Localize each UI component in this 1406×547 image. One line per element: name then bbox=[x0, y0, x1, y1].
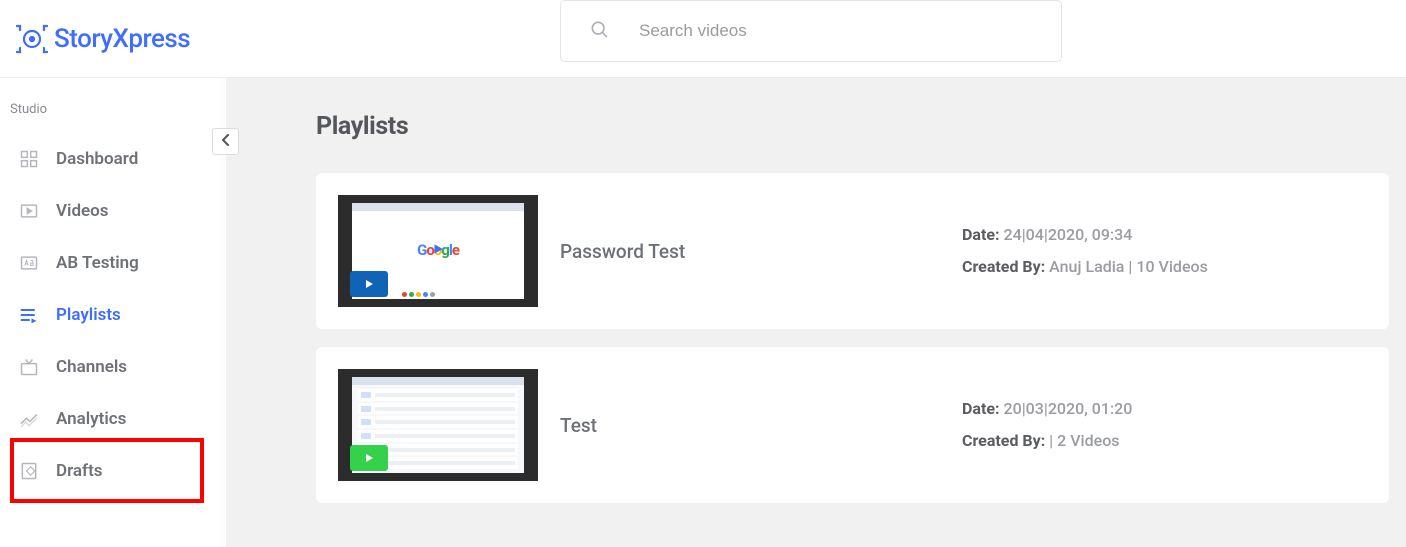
meta-createdby-label: Created By: bbox=[962, 257, 1045, 276]
brand-name: StoryXpress bbox=[54, 24, 190, 54]
sidebar-collapse-button[interactable] bbox=[212, 128, 239, 155]
chevron-left-icon bbox=[221, 134, 231, 149]
playlist-card[interactable]: Test Date: 20|03|2020, 01:20 Created By:… bbox=[316, 347, 1389, 503]
analytics-icon bbox=[18, 408, 40, 430]
dashboard-icon bbox=[18, 148, 40, 170]
sidebar-item-drafts[interactable]: Drafts bbox=[0, 445, 225, 497]
sidebar-item-label: Analytics bbox=[56, 409, 126, 429]
sidebar-item-label: Drafts bbox=[56, 461, 103, 481]
playlist-meta: Date: 24|04|2020, 09:34 Created By: Anuj… bbox=[962, 219, 1208, 283]
meta-createdby-value: | 2 Videos bbox=[1049, 431, 1119, 450]
main-content: Playlists Google bbox=[226, 78, 1406, 547]
playlist-title: Test bbox=[560, 414, 940, 437]
meta-date-value: 20|03|2020, 01:20 bbox=[1004, 399, 1133, 418]
app-header: StoryXpress bbox=[0, 0, 1406, 78]
meta-createdby-label: Created By: bbox=[962, 431, 1045, 450]
playlist-thumbnail: Google bbox=[338, 195, 538, 307]
brand-icon bbox=[16, 24, 48, 54]
play-icon bbox=[363, 452, 375, 464]
meta-createdby-value: Anuj Ladia | 10 Videos bbox=[1049, 257, 1208, 276]
sidebar: Studio Dashboard Videos bbox=[0, 78, 226, 547]
meta-date-label: Date: bbox=[962, 225, 1000, 244]
sidebar-item-label: Videos bbox=[56, 201, 109, 221]
drafts-icon bbox=[18, 460, 40, 482]
search-input[interactable] bbox=[639, 21, 1033, 41]
abtesting-icon bbox=[18, 252, 40, 274]
play-badge bbox=[350, 445, 388, 471]
sidebar-section-label: Studio bbox=[0, 78, 225, 123]
playlist-card[interactable]: Google Pas bbox=[316, 173, 1389, 329]
sidebar-nav: Dashboard Videos AB Testing Playlists bbox=[0, 123, 225, 497]
sidebar-item-abtesting[interactable]: AB Testing bbox=[0, 237, 225, 289]
sidebar-item-label: Dashboard bbox=[56, 149, 138, 169]
brand-logo[interactable]: StoryXpress bbox=[16, 24, 190, 54]
playlists-icon bbox=[18, 304, 40, 326]
video-icon bbox=[18, 200, 40, 222]
play-icon bbox=[431, 241, 445, 260]
sidebar-item-analytics[interactable]: Analytics bbox=[0, 393, 225, 445]
playlist-meta: Date: 20|03|2020, 01:20 Created By: | 2 … bbox=[962, 393, 1132, 457]
play-badge bbox=[350, 271, 388, 297]
sidebar-item-label: Channels bbox=[56, 357, 127, 377]
meta-date-label: Date: bbox=[962, 399, 1000, 418]
sidebar-item-channels[interactable]: Channels bbox=[0, 341, 225, 393]
sidebar-item-playlists[interactable]: Playlists bbox=[0, 289, 225, 341]
search-box[interactable] bbox=[560, 0, 1062, 62]
channels-icon bbox=[18, 356, 40, 378]
page-title: Playlists bbox=[316, 112, 1406, 141]
sidebar-item-label: Playlists bbox=[56, 305, 121, 325]
playlist-title: Password Test bbox=[560, 240, 940, 263]
meta-date-value: 24|04|2020, 09:34 bbox=[1004, 225, 1133, 244]
sidebar-item-label: AB Testing bbox=[56, 253, 139, 273]
sidebar-item-dashboard[interactable]: Dashboard bbox=[0, 133, 225, 185]
playlist-thumbnail bbox=[338, 369, 538, 481]
sidebar-item-videos[interactable]: Videos bbox=[0, 185, 225, 237]
play-icon bbox=[363, 278, 375, 290]
search-icon bbox=[589, 19, 609, 43]
